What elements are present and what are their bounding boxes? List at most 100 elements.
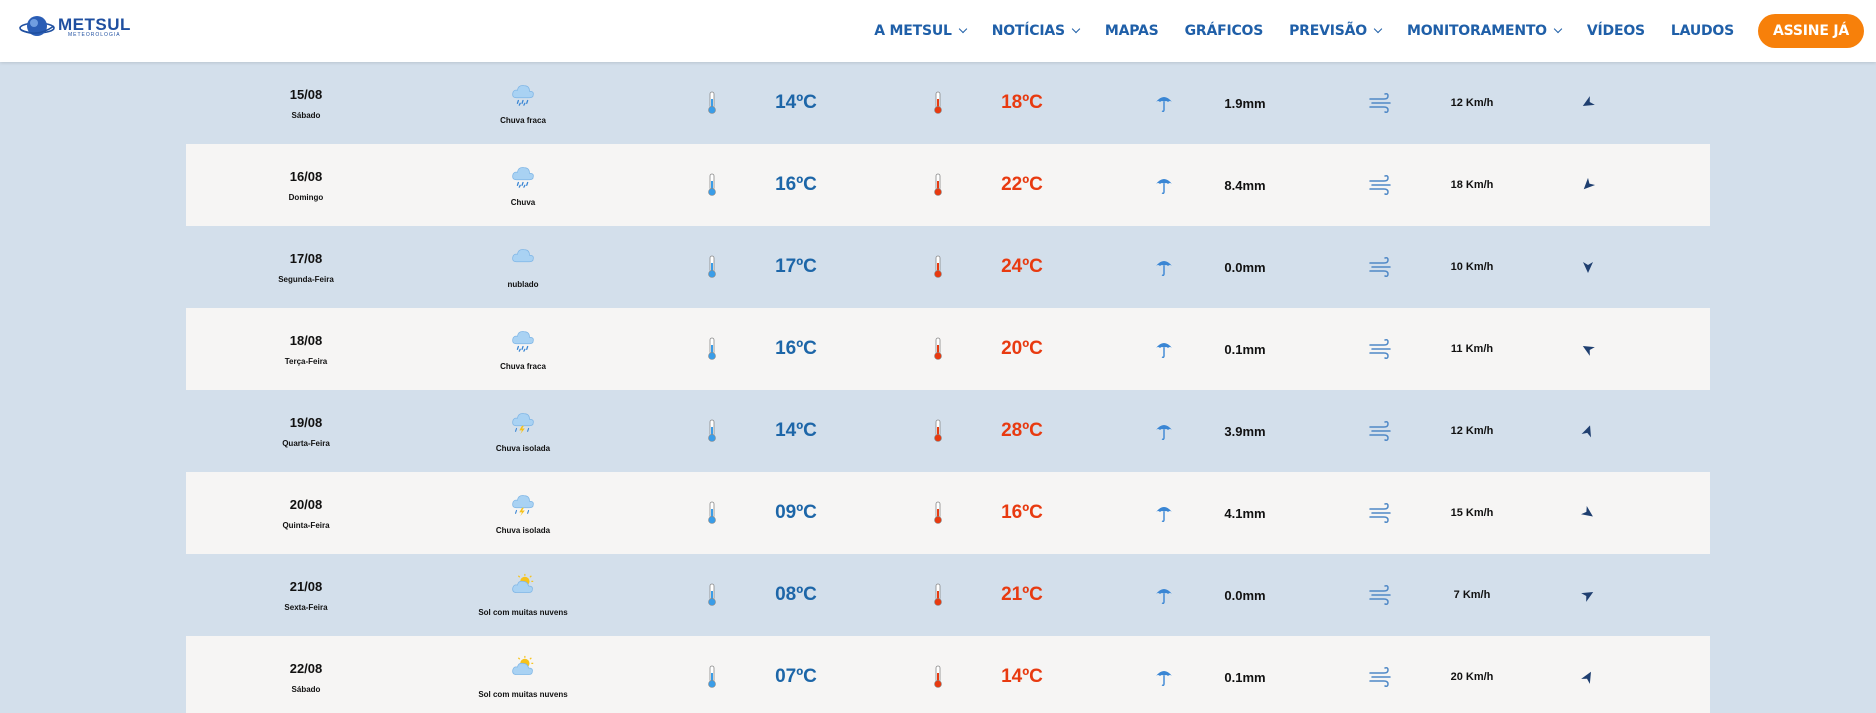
table-row: 18/08 Terça-Feira Chuva fraca 16ºC 20ºC 0.1mm… bbox=[186, 308, 1710, 390]
nav-item-previs-o[interactable]: PREVISÃO bbox=[1289, 23, 1383, 39]
max-temp-cell: 16ºC bbox=[972, 472, 1072, 554]
max-temp-cell: 28ºC bbox=[972, 390, 1072, 472]
date-cell: 17/08 Segunda-Feira bbox=[246, 226, 366, 308]
subscribe-button[interactable]: ASSINE JÁ bbox=[1758, 14, 1864, 48]
nav-item-mapas[interactable]: MAPAS bbox=[1105, 23, 1159, 39]
forecast-date: 22/08 bbox=[289, 660, 323, 676]
condition-cell: Chuva isolada bbox=[448, 390, 598, 472]
chevron-down-icon bbox=[1553, 24, 1563, 34]
sun-cloud-icon bbox=[508, 655, 538, 686]
nav-item-label: PREVISÃO bbox=[1289, 23, 1367, 39]
condition-label: Chuva isolada bbox=[495, 444, 551, 453]
metsul-logo[interactable]: METSUL METEOROLOGIA bbox=[18, 12, 131, 42]
wind-direction-arrow-icon bbox=[1583, 177, 1596, 190]
min-temp-cell: 17ºC bbox=[746, 226, 846, 308]
max-temp: 16ºC bbox=[1001, 502, 1043, 523]
nav-item-label: MAPAS bbox=[1104, 23, 1159, 39]
nav-item-label: A METSUL bbox=[874, 23, 952, 39]
max-temp: 21ºC bbox=[1001, 584, 1043, 605]
forecast-date: 15/08 bbox=[289, 86, 323, 102]
condition-cell: Chuva fraca bbox=[448, 308, 598, 390]
date-cell: 18/08 Terça-Feira bbox=[246, 308, 366, 390]
min-temp-cell: 08ºC bbox=[746, 554, 846, 636]
max-temp-cell: 18ºC bbox=[972, 62, 1072, 144]
umbrella-icon bbox=[1152, 308, 1176, 390]
min-temp: 07ºC bbox=[775, 666, 817, 687]
nav-item-laudos[interactable]: LAUDOS bbox=[1671, 23, 1734, 39]
wind-cell: 7 Km/h bbox=[1422, 554, 1522, 636]
rain-cell: 4.1mm bbox=[1200, 472, 1290, 554]
umbrella-icon bbox=[1152, 62, 1176, 144]
thermometer-hot-icon bbox=[926, 554, 950, 636]
rain-cell: 0.0mm bbox=[1200, 226, 1290, 308]
max-temp-cell: 20ºC bbox=[972, 308, 1072, 390]
forecast-date: 16/08 bbox=[289, 168, 323, 184]
wind-direction-arrow-icon bbox=[1581, 671, 1591, 684]
max-temp-cell: 21ºC bbox=[972, 554, 1072, 636]
forecast-date: 20/08 bbox=[289, 496, 323, 512]
forecast-date: 18/08 bbox=[289, 332, 323, 348]
wind-direction-arrow-icon bbox=[1582, 96, 1595, 107]
wind-direction-cell bbox=[1576, 636, 1600, 713]
wind-speed: 7 Km/h bbox=[1453, 589, 1491, 601]
nav-item-v-deos[interactable]: VÍDEOS bbox=[1587, 23, 1645, 39]
rain-amount: 0.0mm bbox=[1224, 259, 1266, 275]
wind-icon bbox=[1366, 554, 1396, 636]
nav-item-label: LAUDOS bbox=[1670, 23, 1735, 39]
table-row: 16/08 Domingo Chuva 16ºC 22ºC 8.4mm 18 Km/h bbox=[186, 144, 1710, 226]
storm-cloud-icon bbox=[508, 491, 538, 522]
wind-icon bbox=[1366, 62, 1396, 144]
min-temp: 17ºC bbox=[775, 256, 817, 277]
min-temp-cell: 07ºC bbox=[746, 636, 846, 713]
umbrella-icon bbox=[1152, 554, 1176, 636]
wind-direction-cell bbox=[1576, 390, 1600, 472]
rain-cloud-icon bbox=[508, 81, 538, 112]
wind-direction-arrow-icon bbox=[1581, 425, 1591, 438]
wind-direction-arrow-icon bbox=[1581, 592, 1594, 602]
umbrella-icon bbox=[1152, 472, 1176, 554]
thermometer-cold-icon bbox=[700, 308, 724, 390]
site-header: METSUL METEOROLOGIA A METSUL NOTÍCIAS MAPA… bbox=[0, 0, 1876, 62]
rain-amount: 8.4mm bbox=[1224, 177, 1266, 193]
condition-cell: Chuva isolada bbox=[448, 472, 598, 554]
globe-logo-icon bbox=[19, 16, 55, 36]
rain-amount: 0.0mm bbox=[1224, 587, 1266, 603]
rain-cell: 3.9mm bbox=[1200, 390, 1290, 472]
sun-cloud-icon bbox=[508, 573, 538, 604]
nav-item-gr-ficos[interactable]: GRÁFICOS bbox=[1185, 23, 1264, 39]
condition-label: Chuva isolada bbox=[495, 526, 551, 535]
wind-icon bbox=[1366, 308, 1396, 390]
nav-item-not-cias[interactable]: NOTÍCIAS bbox=[992, 23, 1081, 39]
condition-label: nublado bbox=[507, 280, 539, 289]
max-temp: 20ºC bbox=[1001, 338, 1043, 359]
umbrella-icon bbox=[1152, 226, 1176, 308]
date-cell: 19/08 Quarta-Feira bbox=[246, 390, 366, 472]
min-temp-cell: 16ºC bbox=[746, 144, 846, 226]
table-row: 21/08 Sexta-Feira Sol com muitas nuvens 08º… bbox=[186, 554, 1710, 636]
condition-cell: nublado bbox=[448, 226, 598, 308]
nav-item-monitoramento[interactable]: MONITORAMENTO bbox=[1407, 23, 1563, 39]
forecast-date: 17/08 bbox=[289, 250, 323, 266]
min-temp: 16ºC bbox=[775, 174, 817, 195]
rain-cell: 0.0mm bbox=[1200, 554, 1290, 636]
thermometer-hot-icon bbox=[926, 144, 950, 226]
max-temp: 22ºC bbox=[1001, 174, 1043, 195]
wind-direction-cell bbox=[1576, 472, 1600, 554]
nav-item-a-metsul[interactable]: A METSUL bbox=[874, 23, 967, 39]
cloud-icon bbox=[508, 245, 538, 276]
chevron-down-icon bbox=[1071, 24, 1081, 34]
condition-cell: Sol com muitas nuvens bbox=[448, 554, 598, 636]
wind-speed: 12 Km/h bbox=[1450, 97, 1494, 109]
max-temp-cell: 14ºC bbox=[972, 636, 1072, 713]
wind-icon bbox=[1366, 144, 1396, 226]
max-temp: 24ºC bbox=[1001, 256, 1043, 277]
thermometer-hot-icon bbox=[926, 472, 950, 554]
forecast-weekday: Terça-Feira bbox=[284, 356, 328, 366]
wind-speed: 12 Km/h bbox=[1450, 425, 1494, 437]
table-row: 22/08 Sábado Sol com muitas nuvens 07ºC 14ºC… bbox=[186, 636, 1710, 713]
rain-amount: 0.1mm bbox=[1224, 341, 1266, 357]
thermometer-cold-icon bbox=[700, 144, 724, 226]
wind-speed: 18 Km/h bbox=[1450, 179, 1494, 191]
wind-speed: 10 Km/h bbox=[1450, 261, 1494, 273]
rain-amount: 4.1mm bbox=[1224, 505, 1266, 521]
